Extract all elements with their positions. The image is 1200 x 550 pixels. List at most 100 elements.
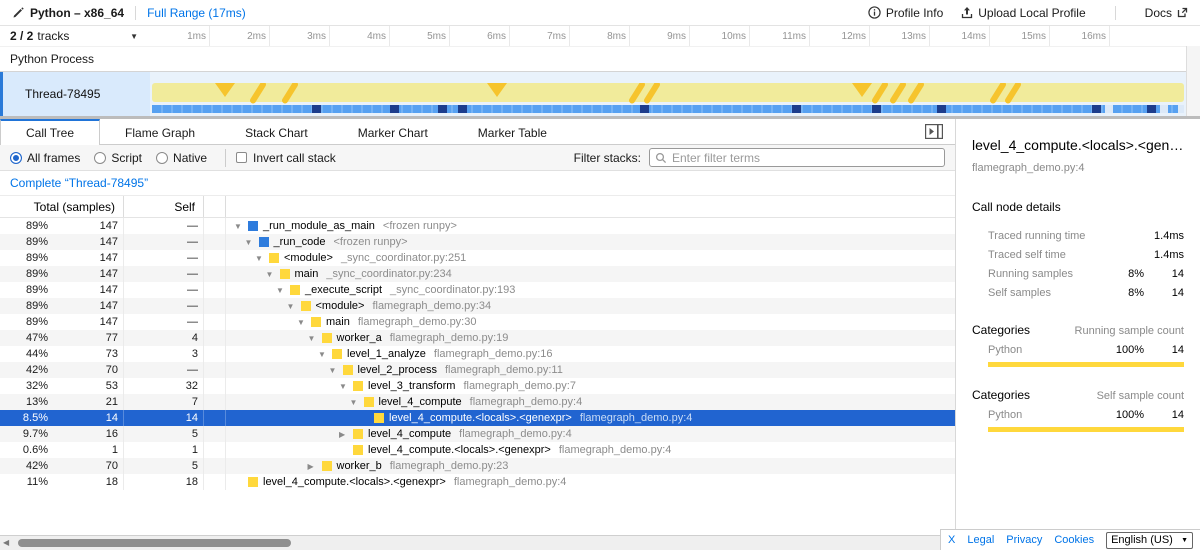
function-name: _execute_script [305,284,382,296]
collapse-arrow-icon[interactable]: ▼ [297,318,311,327]
upload-profile-button[interactable]: Upload Local Profile [961,6,1085,20]
profile-info-button[interactable]: Profile Info [868,6,943,20]
tab-marker-chart[interactable]: Marker Chart [333,119,453,144]
collapse-arrow-icon[interactable]: ▼ [308,334,322,343]
thread-track-label[interactable]: Thread-78495 [0,72,150,116]
call-tree-row[interactable]: 42%705▶worker_bflamegraph_demo.py:23 [0,458,955,474]
call-tree-row[interactable]: 89%147—▼mainflamegraph_demo.py:30 [0,314,955,330]
expand-arrow-icon[interactable]: ▶ [339,430,353,439]
cell-total-samples: 89%147 [0,314,124,330]
function-file: <frozen runpy> [383,220,457,232]
total-count: 147 [48,236,123,248]
tab-stack-chart[interactable]: Stack Chart [220,119,333,144]
detail-value: 1.4ms [1144,249,1184,261]
tab-marker-table[interactable]: Marker Table [453,119,572,144]
detail-value: 1.4ms [1144,230,1184,242]
function-name: level_2_process [358,364,438,376]
language-select[interactable]: English (US) ▼ [1106,532,1193,549]
process-label: Python Process [10,52,94,66]
call-tree-row[interactable]: 89%147—▼main_sync_coordinator.py:234 [0,266,955,282]
call-tree-row[interactable]: 11%1818level_4_compute.<locals>.<genexpr… [0,474,955,490]
total-percent: 11% [0,476,48,488]
category-square-yellow [290,285,300,295]
cell-spacer [204,234,226,250]
scrollbar-thumb[interactable] [18,539,291,547]
timeline-ruler: 2 / 2 tracks ▼ 1ms2ms3ms4ms5ms6ms7ms8ms9… [0,26,1200,46]
info-icon [868,6,881,19]
total-count: 14 [48,412,123,424]
cell-function: ▼_run_module_as_main<frozen runpy> [226,218,955,234]
call-tree-row[interactable]: 9.7%165▶level_4_computeflamegraph_demo.p… [0,426,955,442]
call-tree-row[interactable]: 42%70—▼level_2_processflamegraph_demo.py… [0,362,955,378]
call-tree-row[interactable]: 89%147—▼<module>_sync_coordinator.py:251 [0,250,955,266]
filter-input[interactable] [672,151,939,165]
collapse-arrow-icon[interactable]: ▼ [329,366,343,375]
footer-link-legal[interactable]: Legal [967,534,994,546]
call-tree-row[interactable]: 44%733▼level_1_analyzeflamegraph_demo.py… [0,346,955,362]
invert-call-stack-checkbox[interactable]: Invert call stack [236,151,336,165]
complete-thread-link[interactable]: Complete “Thread-78495” [10,176,148,190]
call-tree-row[interactable]: 89%147—▼_run_code<frozen runpy> [0,234,955,250]
radio-all-frames[interactable]: All frames [10,151,80,165]
radio-script[interactable]: Script [94,151,142,165]
category-header: CategoriesSelf sample count [972,388,1184,402]
collapse-arrow-icon[interactable]: ▼ [287,302,301,311]
ruler-tick: 15ms [990,26,1050,46]
profile-name-button[interactable]: Python – x86_64 [12,6,124,20]
expand-arrow-icon[interactable]: ▶ [308,462,322,471]
tab-flame-graph[interactable]: Flame Graph [100,119,220,144]
collapse-arrow-icon[interactable]: ▼ [266,270,280,279]
ruler-tick: 3ms [270,26,330,46]
tab-bar: Call TreeFlame GraphStack ChartMarker Ch… [0,119,955,145]
call-tree-row[interactable]: 8.5%1414level_4_compute.<locals>.<genexp… [0,410,955,426]
tracks-dropdown[interactable]: 2 / 2 tracks ▼ [0,26,150,46]
cell-spacer [204,362,226,378]
column-header-self[interactable]: Self [124,196,204,217]
full-range-link[interactable]: Full Range (17ms) [147,6,246,20]
cell-function: ▶worker_bflamegraph_demo.py:23 [226,458,955,474]
collapse-arrow-icon[interactable]: ▼ [234,222,248,231]
category-name: Python [972,344,1102,356]
cell-self: 3 [124,346,204,362]
thread-track-graph[interactable] [150,72,1186,116]
topbar-divider [135,6,136,20]
sidebar-section-title: Call node details [972,200,1184,214]
cell-self: — [124,250,204,266]
call-tree-row[interactable]: 89%147—▼<module>flamegraph_demo.py:34 [0,298,955,314]
call-tree-row[interactable]: 89%147—▼_run_module_as_main<frozen runpy… [0,218,955,234]
call-tree-row[interactable]: 13%217▼level_4_computeflamegraph_demo.py… [0,394,955,410]
collapse-arrow-icon[interactable]: ▼ [350,398,364,407]
ruler-tick: 5ms [390,26,450,46]
tab-call-tree[interactable]: Call Tree [0,119,100,145]
scroll-left-arrow-icon[interactable]: ◀ [3,538,9,547]
total-count: 70 [48,364,123,376]
cell-function: ▼worker_aflamegraph_demo.py:19 [226,330,955,346]
collapse-arrow-icon[interactable]: ▼ [255,254,269,263]
total-count: 77 [48,332,123,344]
call-tree-row[interactable]: 32%5332▼level_3_transformflamegraph_demo… [0,378,955,394]
total-count: 53 [48,380,123,392]
collapse-arrow-icon[interactable]: ▼ [276,286,290,295]
collapse-arrow-icon[interactable]: ▼ [339,382,353,391]
call-tree-row[interactable]: 47%774▼worker_aflamegraph_demo.py:19 [0,330,955,346]
cell-self: — [124,234,204,250]
collapse-arrow-icon[interactable]: ▼ [318,350,332,359]
category-value: 14 [1144,409,1184,421]
call-tree-row[interactable]: 0.6%11level_4_compute.<locals>.<genexpr>… [0,442,955,458]
category-value: 14 [1144,344,1184,356]
sidebar-toggle-icon[interactable] [925,124,943,139]
footer-link-cookies[interactable]: Cookies [1054,534,1094,546]
footer-link-x[interactable]: X [948,534,955,546]
call-tree-row[interactable]: 89%147—▼_execute_script_sync_coordinator… [0,282,955,298]
radio-native[interactable]: Native [156,151,207,165]
footer-link-privacy[interactable]: Privacy [1006,534,1042,546]
category-header: CategoriesRunning sample count [972,323,1184,337]
total-count: 147 [48,252,123,264]
process-track-row[interactable]: Python Process [0,46,1200,72]
docs-button[interactable]: Docs [1145,6,1188,20]
cell-total-samples: 13%21 [0,394,124,410]
column-header-total[interactable]: Total (samples) [0,196,124,217]
health-row: Complete “Thread-78495” [0,171,955,196]
collapse-arrow-icon[interactable]: ▼ [245,238,259,247]
cell-spacer [204,314,226,330]
